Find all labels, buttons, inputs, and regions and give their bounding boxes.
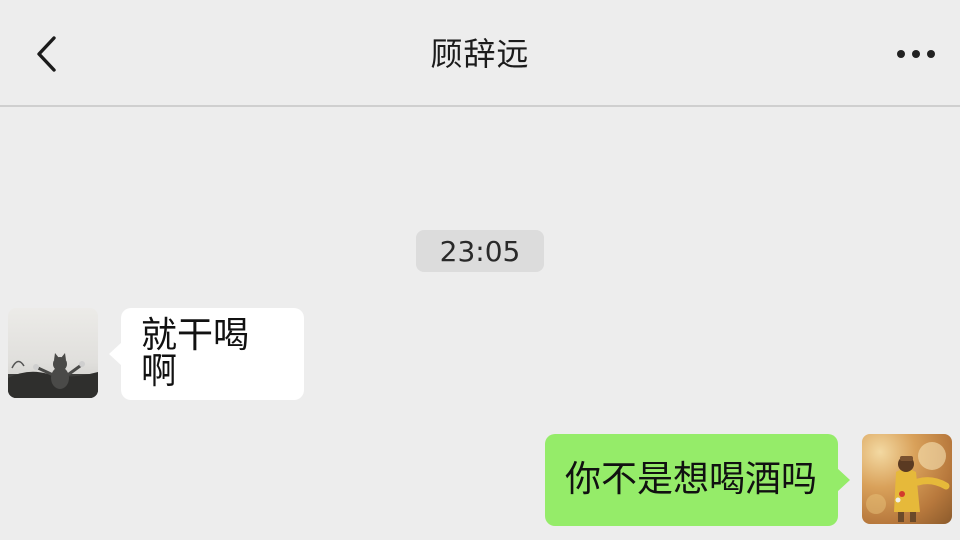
- my-avatar[interactable]: [862, 434, 952, 524]
- chat-screen: 顾辞远 23:05 就干喝啊 你不是想喝酒吗: [0, 0, 960, 540]
- more-options-button[interactable]: [890, 30, 942, 78]
- cat-silhouette-icon: [8, 353, 98, 398]
- chat-title: 顾辞远: [430, 35, 530, 73]
- chat-header: 顾辞远: [0, 0, 960, 107]
- message-bubble-outgoing[interactable]: 你不是想喝酒吗: [545, 434, 850, 526]
- message-text: 你不是想喝酒吗: [565, 459, 818, 500]
- more-horizontal-icon: [897, 50, 905, 58]
- person-illustration-icon: [866, 442, 950, 522]
- timestamp-label: 23:05: [416, 230, 544, 272]
- message-bubble-incoming[interactable]: 就干喝啊: [109, 308, 304, 400]
- friend-avatar[interactable]: [8, 308, 98, 398]
- message-text: 就干喝啊: [141, 315, 250, 392]
